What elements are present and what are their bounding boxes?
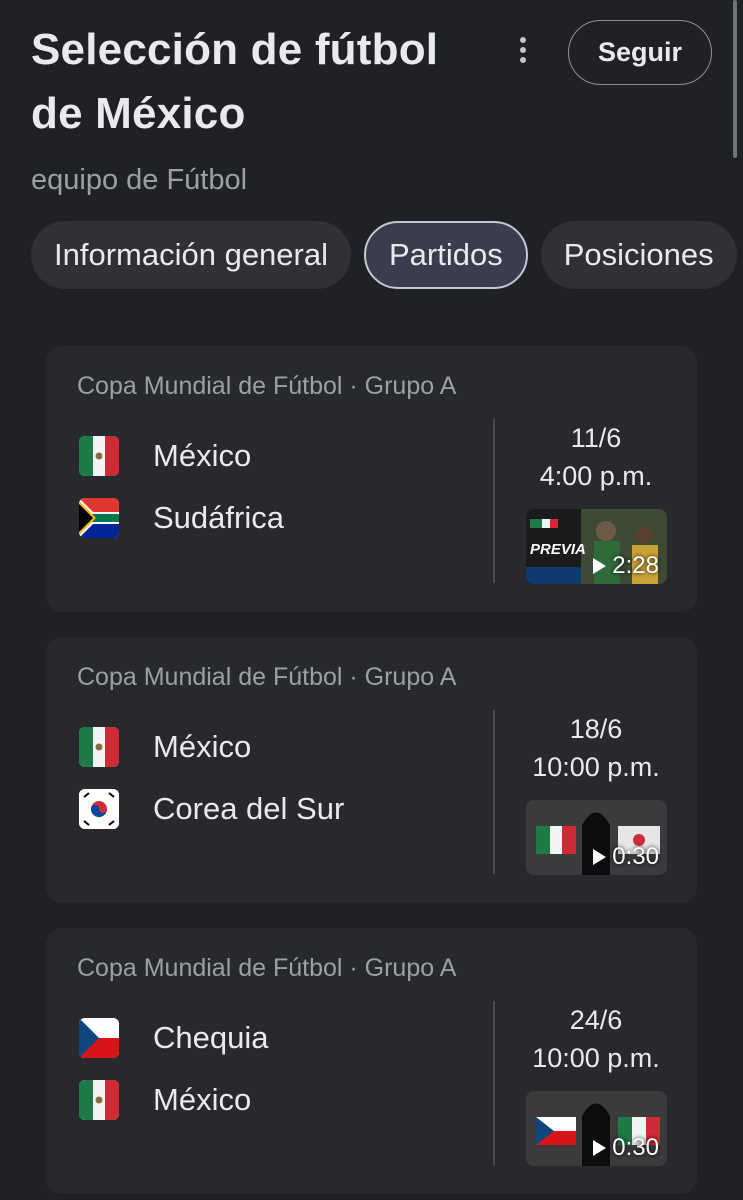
- match-time: 4:00 p.m.: [539, 461, 653, 491]
- match-date: 18/6: [569, 714, 623, 744]
- video-duration: 2:28: [593, 552, 659, 580]
- competition-label: Copa Mundial de Fútbol · Grupo A: [77, 954, 457, 982]
- match-date: 24/6: [569, 1005, 623, 1035]
- team-name: México: [153, 729, 252, 764]
- team-row: Corea del Sur: [79, 789, 344, 829]
- team-row: México: [79, 436, 251, 476]
- divider: [493, 710, 495, 874]
- team-row: México: [79, 1080, 251, 1120]
- video-thumbnail[interactable]: 0:30: [526, 800, 667, 875]
- team-row: Sudáfrica: [79, 498, 284, 538]
- thumbnail-text: PREVIA: [530, 541, 586, 558]
- tab-informacion-general[interactable]: Información general: [31, 221, 351, 289]
- tab-partidos[interactable]: Partidos: [364, 221, 528, 289]
- mexico-flag-icon: [79, 1080, 119, 1120]
- play-icon: [593, 849, 607, 865]
- match-time: 10:00 p.m.: [532, 1043, 660, 1073]
- video-duration: 0:30: [593, 843, 659, 871]
- play-icon: [593, 1140, 607, 1156]
- tab-bar: Información general Partidos Posiciones: [31, 221, 737, 289]
- team-name: México: [153, 1082, 252, 1117]
- page-title: Selección de fútbol de México: [31, 25, 439, 138]
- mexico-flag-icon: [79, 727, 119, 767]
- follow-button[interactable]: Seguir: [568, 20, 712, 85]
- team-name: Corea del Sur: [153, 791, 345, 826]
- south-korea-flag-icon: [79, 789, 119, 829]
- divider: [493, 419, 495, 583]
- more-options-button[interactable]: [508, 30, 538, 70]
- mexico-flag-icon: [79, 436, 119, 476]
- competition-label: Copa Mundial de Fútbol · Grupo A: [77, 372, 457, 400]
- team-name: México: [153, 438, 252, 473]
- video-duration: 0:30: [593, 1134, 659, 1162]
- more-vert-icon: [520, 37, 526, 43]
- team-row: México: [79, 727, 251, 767]
- south-africa-flag-icon: [79, 498, 119, 538]
- competition-label: Copa Mundial de Fútbol · Grupo A: [77, 663, 457, 691]
- team-row: Chequia: [79, 1018, 268, 1058]
- match-card[interactable]: Copa Mundial de Fútbol · Grupo A México …: [46, 346, 697, 612]
- header: Selección de fútbol de México equipo de …: [31, 18, 481, 197]
- video-thumbnail[interactable]: 0:30: [526, 1091, 667, 1166]
- page-subtitle: equipo de Fútbol: [31, 164, 248, 196]
- match-card[interactable]: Copa Mundial de Fútbol · Grupo A Chequia…: [46, 928, 697, 1194]
- match-date: 11/6: [570, 423, 622, 453]
- video-thumbnail[interactable]: PREVIA 2:28: [526, 509, 667, 584]
- match-card[interactable]: Copa Mundial de Fútbol · Grupo A México …: [46, 637, 697, 903]
- divider: [493, 1001, 495, 1165]
- team-name: Sudáfrica: [153, 500, 284, 535]
- play-icon: [593, 558, 607, 574]
- czechia-flag-icon: [79, 1018, 119, 1058]
- team-name: Chequia: [153, 1020, 269, 1055]
- match-time: 10:00 p.m.: [532, 752, 660, 782]
- tab-posiciones[interactable]: Posiciones: [540, 221, 737, 289]
- scrollbar[interactable]: [733, 0, 737, 158]
